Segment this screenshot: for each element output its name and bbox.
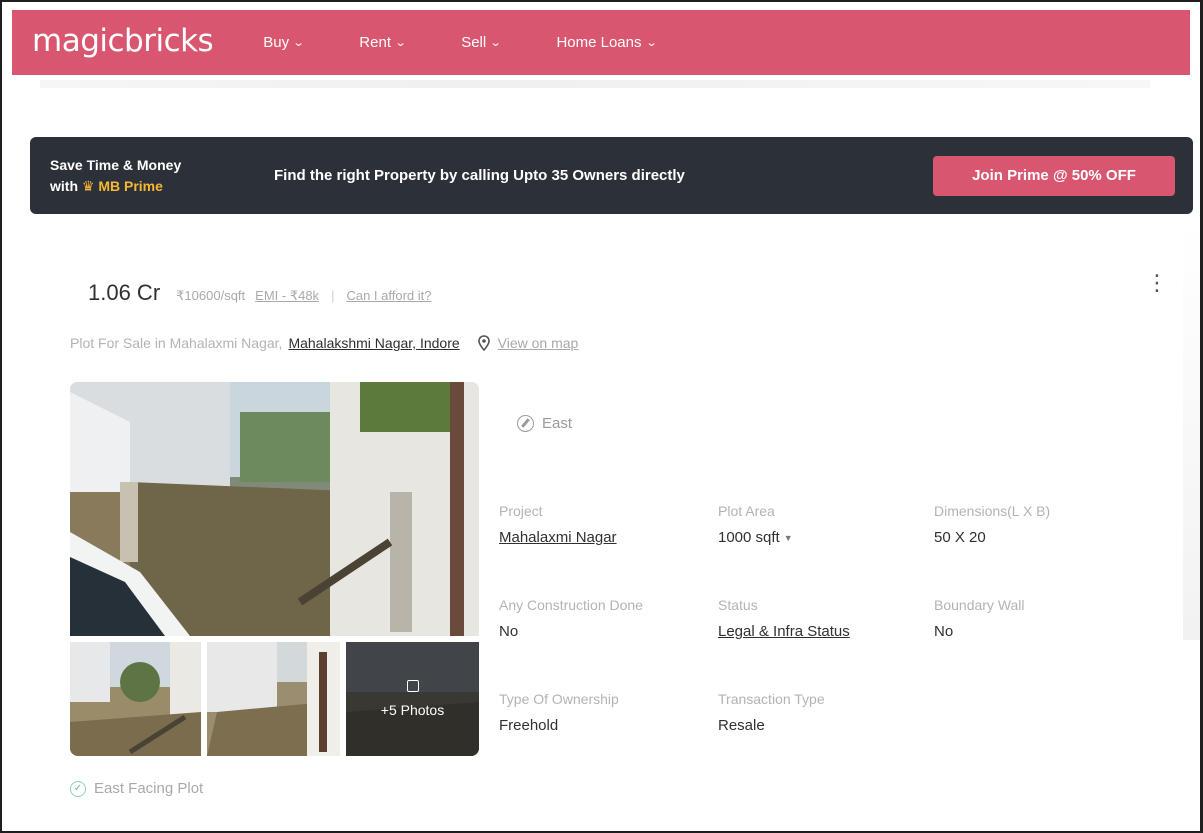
faint-divider bbox=[40, 80, 1150, 88]
nav-buy[interactable]: Buy ⌄ bbox=[263, 34, 305, 51]
thumbnail-photo[interactable] bbox=[70, 642, 201, 756]
site-header: magicbricks Buy ⌄ Rent ⌄ Sell ⌄ Home Loa… bbox=[12, 10, 1190, 75]
scroll-edge bbox=[1183, 220, 1200, 640]
detail-value: 50 X 20 bbox=[934, 529, 986, 546]
thumbnail-photo[interactable] bbox=[207, 642, 340, 756]
project-link[interactable]: Mahalaxmi Nagar bbox=[499, 529, 719, 546]
facing-value: East bbox=[542, 415, 573, 432]
detail-label: Project bbox=[499, 503, 543, 519]
join-prime-button[interactable]: Join Prime @ 50% OFF bbox=[933, 155, 1175, 196]
chevron-down-icon: ⌄ bbox=[394, 37, 407, 49]
emi-link[interactable]: EMI - ₹48k bbox=[255, 288, 319, 304]
detail-value: No bbox=[934, 623, 954, 640]
price-row: 1.06 Cr ₹10600/sqft EMI - ₹48k | Can I a… bbox=[88, 280, 432, 306]
detail-label: Boundary Wall bbox=[934, 597, 1025, 613]
chevron-down-icon: ⌄ bbox=[489, 37, 502, 49]
main-nav: Buy ⌄ Rent ⌄ Sell ⌄ Home Loans ⌄ bbox=[263, 34, 712, 51]
listing-title-row: Plot For Sale in Mahalaxmi Nagar, Mahala… bbox=[70, 335, 578, 351]
afford-link[interactable]: Can I afford it? bbox=[346, 288, 431, 303]
more-photos-overlay: +5 Photos bbox=[346, 642, 479, 756]
highlight-text: East Facing Plot bbox=[94, 780, 204, 797]
nav-rent-label: Rent bbox=[359, 34, 391, 51]
detail-label: Plot Area bbox=[718, 503, 775, 519]
detail-label: Status bbox=[718, 597, 758, 613]
chevron-down-icon: ⌄ bbox=[292, 37, 305, 49]
caret-down-icon: ▼ bbox=[783, 533, 793, 544]
plot-area-selector[interactable]: 1000 sqft ▼ bbox=[718, 529, 938, 546]
detail-value: Freehold bbox=[499, 717, 559, 734]
locality-link[interactable]: Mahalakshmi Nagar, Indore bbox=[288, 335, 459, 351]
more-photos-label: +5 Photos bbox=[380, 702, 445, 718]
prime-tagline-line1: Save Time & Money bbox=[50, 156, 182, 173]
prime-brand: MB Prime bbox=[98, 177, 163, 194]
detail-ownership: Type Of Ownership Freehold bbox=[499, 691, 719, 734]
listing-highlight: ✓ East Facing Plot bbox=[70, 780, 203, 797]
listing-title: Plot For Sale in Mahalaxmi Nagar, bbox=[70, 335, 283, 351]
detail-label: Transaction Type bbox=[718, 691, 825, 707]
detail-label: Any Construction Done bbox=[499, 597, 643, 613]
detail-construction: Any Construction Done No bbox=[499, 597, 719, 640]
detail-project: Project Mahalaxmi Nagar bbox=[499, 503, 719, 546]
detail-label: Type Of Ownership bbox=[499, 691, 619, 707]
nav-rent[interactable]: Rent ⌄ bbox=[359, 34, 407, 51]
more-options-icon[interactable]: ⋮ bbox=[1146, 272, 1168, 294]
crown-icon: ♛ bbox=[81, 177, 95, 194]
prime-tagline-line2: with ♛ MB Prime bbox=[50, 176, 260, 197]
gallery-icon bbox=[406, 680, 419, 692]
main-property-photo[interactable] bbox=[70, 382, 479, 636]
detail-boundary-wall: Boundary Wall No bbox=[934, 597, 1154, 640]
detail-dimensions: Dimensions(L X B) 50 X 20 bbox=[934, 503, 1154, 546]
detail-status: Status Legal & Infra Status bbox=[718, 597, 938, 640]
nav-sell[interactable]: Sell ⌄ bbox=[461, 34, 502, 51]
detail-value: Resale bbox=[718, 717, 765, 734]
detail-transaction: Transaction Type Resale bbox=[718, 691, 938, 734]
listing-price: 1.06 Cr bbox=[88, 280, 161, 305]
nav-buy-label: Buy bbox=[263, 34, 290, 51]
facing-info: East bbox=[517, 415, 572, 432]
price-per-sqft: ₹10600/sqft bbox=[176, 288, 246, 303]
check-circle-icon: ✓ bbox=[70, 780, 86, 797]
detail-label: Dimensions(L X B) bbox=[934, 503, 1051, 519]
detail-value: No bbox=[499, 623, 519, 640]
compass-icon bbox=[517, 415, 534, 432]
nav-home-loans-label: Home Loans bbox=[556, 34, 642, 51]
site-logo[interactable]: magicbricks bbox=[32, 23, 214, 59]
legal-status-link[interactable]: Legal & Infra Status bbox=[718, 623, 938, 640]
photo-gallery: +5 Photos bbox=[70, 382, 479, 756]
nav-home-loans[interactable]: Home Loans ⌄ bbox=[556, 34, 658, 51]
separator: | bbox=[331, 288, 335, 303]
prime-with-text: with bbox=[50, 177, 78, 194]
more-photos-tile[interactable]: +5 Photos bbox=[346, 642, 479, 756]
plot-area-value: 1000 sqft bbox=[718, 529, 780, 546]
prime-tagline: Save Time & Money with ♛ MB Prime bbox=[50, 155, 260, 197]
map-pin-icon bbox=[477, 335, 490, 351]
view-on-map-link[interactable]: View on map bbox=[498, 335, 579, 351]
nav-sell-label: Sell bbox=[461, 34, 487, 51]
detail-plot-area: Plot Area 1000 sqft ▼ bbox=[718, 503, 938, 546]
prime-banner: Save Time & Money with ♛ MB Prime Find t… bbox=[30, 137, 1193, 214]
chevron-down-icon: ⌄ bbox=[645, 37, 658, 49]
prime-message: Find the right Property by calling Upto … bbox=[274, 167, 685, 184]
